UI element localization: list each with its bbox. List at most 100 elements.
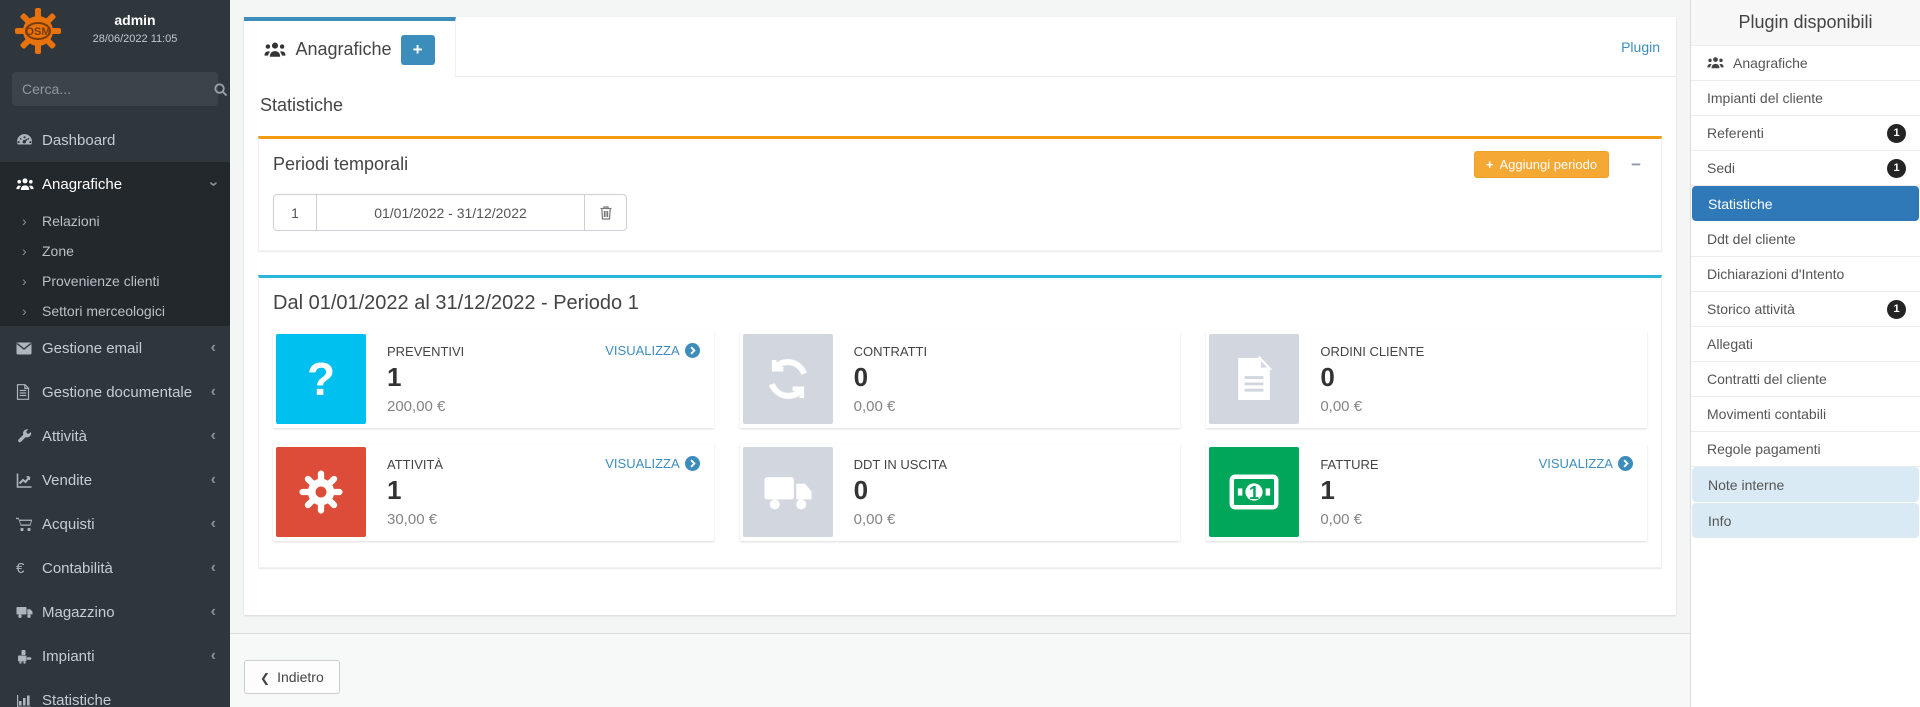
sidebar-subitem-provenienze-clienti[interactable]: Provenienze clienti xyxy=(0,266,230,296)
tab-bar: Anagrafiche + Plugin xyxy=(244,17,1676,77)
sidebar-item-dashboard[interactable]: Dashboard xyxy=(0,118,230,162)
add-record-button[interactable]: + xyxy=(401,35,435,65)
plugin-item-statistiche[interactable]: Statistiche xyxy=(1692,186,1919,221)
period-range-input[interactable] xyxy=(317,194,585,231)
collapse-panel-button[interactable]: − xyxy=(1631,155,1641,175)
plugin-item-label: Referenti xyxy=(1707,125,1878,141)
arrow-circle-right-icon xyxy=(1618,456,1633,471)
svg-text:OSM: OSM xyxy=(25,26,50,38)
svg-text:1: 1 xyxy=(1249,483,1259,503)
plugin-item-info[interactable]: Info xyxy=(1692,503,1919,538)
visualizza-link[interactable]: VISUALIZZA xyxy=(605,456,699,471)
plugins-sidebar: Plugin disponibili Anagrafiche Impianti … xyxy=(1690,0,1920,707)
user-name: admin xyxy=(40,12,230,28)
stat-amount: 0,00 € xyxy=(854,398,927,415)
stat-amount: 30,00 € xyxy=(387,511,443,528)
sidebar-item-acquisti[interactable]: Acquisti xyxy=(0,502,230,546)
visualizza-label: VISUALIZZA xyxy=(605,343,679,358)
stat-card-attivita: ATTIVITÀ 1 30,00 € VISUALIZZA xyxy=(273,444,714,541)
stat-value: 1 xyxy=(1320,475,1378,506)
plugin-item-anagrafiche[interactable]: Anagrafiche xyxy=(1691,46,1920,81)
sidebar-item-label: Gestione email xyxy=(42,340,211,357)
chart-line-icon xyxy=(16,473,42,488)
trash-icon[interactable] xyxy=(585,194,627,231)
chevron-left-icon xyxy=(211,428,216,444)
visualizza-link[interactable]: VISUALIZZA xyxy=(605,343,699,358)
chevron-left-icon xyxy=(211,384,216,400)
stat-card-contratti: CONTRATTI 0 0,00 € xyxy=(740,331,1181,428)
plugin-item-note-interne[interactable]: Note interne xyxy=(1692,467,1919,502)
plugin-item-label: Info xyxy=(1708,513,1905,529)
question-icon: ? xyxy=(276,334,366,424)
sidebar-item-contabilita[interactable]: € Contabilità xyxy=(0,546,230,590)
stat-value: 0 xyxy=(854,475,947,506)
plugin-item-label: Storico attività xyxy=(1707,301,1878,317)
sidebar-menu: Dashboard Anagrafiche Relazioni Zone Pro… xyxy=(0,118,230,707)
plugin-item-dichiarazioni-d-intento[interactable]: Dichiarazioni d'Intento xyxy=(1691,257,1920,292)
stat-amount: 0,00 € xyxy=(854,511,947,528)
sidebar-subitem-settori-merceologici[interactable]: Settori merceologici xyxy=(0,296,230,326)
content-card: Anagrafiche + Plugin Statistiche Periodi… xyxy=(244,17,1676,615)
stat-amount: 0,00 € xyxy=(1320,511,1378,528)
subitem-label: Relazioni xyxy=(42,213,100,229)
tab-label: Anagrafiche xyxy=(295,39,391,60)
envelope-icon xyxy=(16,342,42,355)
count-badge: 1 xyxy=(1887,159,1906,178)
sidebar-subitem-zone[interactable]: Zone xyxy=(0,236,230,266)
chevron-right-icon xyxy=(22,213,42,229)
chevron-left-icon xyxy=(211,472,216,488)
plugin-item-referenti[interactable]: Referenti1 xyxy=(1691,116,1920,151)
sidebar-item-label: Acquisti xyxy=(42,516,211,533)
sidebar-item-label: Impianti xyxy=(42,648,211,665)
sync-icon xyxy=(743,334,833,424)
back-label: Indietro xyxy=(277,669,324,685)
add-period-button[interactable]: Aggiungi periodo xyxy=(1474,151,1609,178)
period-row: 1 xyxy=(259,188,1661,250)
sidebar-item-impianti[interactable]: Impianti xyxy=(0,634,230,678)
document-icon xyxy=(16,384,42,400)
page-title: Statistiche xyxy=(260,95,1662,116)
plugin-item-impianti-del-cliente[interactable]: Impianti del cliente xyxy=(1691,81,1920,116)
plugin-item-label: Dichiarazioni d'Intento xyxy=(1707,266,1906,282)
stat-amount: 0,00 € xyxy=(1320,398,1424,415)
plugin-link[interactable]: Plugin xyxy=(1621,39,1660,55)
back-button[interactable]: Indietro xyxy=(244,660,340,694)
tab-anagrafiche[interactable]: Anagrafiche + xyxy=(244,17,456,78)
sidebar-item-anagrafiche[interactable]: Anagrafiche xyxy=(0,162,230,206)
sidebar-item-gestione-email[interactable]: Gestione email xyxy=(0,326,230,370)
plugin-item-regole-pagamenti[interactable]: Regole pagamenti xyxy=(1691,432,1920,467)
plugin-item-label: Ddt del cliente xyxy=(1707,231,1906,247)
sidebar-item-gestione-documentale[interactable]: Gestione documentale xyxy=(0,370,230,414)
plugin-item-label: Anagrafiche xyxy=(1733,55,1906,71)
left-sidebar: OSM admin 28/06/2022 11:05 Dashboard xyxy=(0,0,230,707)
plugin-item-movimenti-contabili[interactable]: Movimenti contabili xyxy=(1691,397,1920,432)
plugin-item-storico-attivita[interactable]: Storico attività1 xyxy=(1691,292,1920,327)
sidebar-item-vendite[interactable]: Vendite xyxy=(0,458,230,502)
sidebar-item-label: Vendite xyxy=(42,472,211,489)
plugin-list: Anagrafiche Impianti del cliente Referen… xyxy=(1691,46,1920,538)
main-footer: Indietro xyxy=(230,633,1690,707)
plugin-item-label: Sedi xyxy=(1707,160,1878,176)
gear-icon xyxy=(276,447,366,537)
visualizza-link[interactable]: VISUALIZZA xyxy=(1539,456,1633,471)
users-icon xyxy=(264,41,286,59)
sidebar-item-magazzino[interactable]: Magazzino xyxy=(0,590,230,634)
stats-panel: Dal 01/01/2022 al 31/12/2022 - Periodo 1… xyxy=(258,275,1662,568)
stat-label: CONTRATTI xyxy=(854,344,927,359)
search-icon[interactable] xyxy=(213,72,228,106)
sidebar-item-label: Anagrafiche xyxy=(42,176,211,193)
plugin-item-ddt-del-cliente[interactable]: Ddt del cliente xyxy=(1691,222,1920,257)
sidebar-subitem-relazioni[interactable]: Relazioni xyxy=(0,206,230,236)
sidebar-item-attivita[interactable]: Attività xyxy=(0,414,230,458)
plugin-item-contratti-del-cliente[interactable]: Contratti del cliente xyxy=(1691,362,1920,397)
period-index: 1 xyxy=(273,194,317,231)
card-body: Statistiche Periodi temporali Aggiungi p… xyxy=(244,77,1676,568)
sidebar-item-statistiche[interactable]: Statistiche xyxy=(0,678,230,707)
sidebar-item-label: Gestione documentale xyxy=(42,384,211,401)
sidebar-group-anagrafiche: Anagrafiche Relazioni Zone Provenienze c… xyxy=(0,162,230,326)
euro-icon: € xyxy=(16,560,42,577)
plugin-item-allegati[interactable]: Allegati xyxy=(1691,327,1920,362)
plugin-item-sedi[interactable]: Sedi 1 xyxy=(1691,151,1920,186)
stats-cards-grid: ? PREVENTIVI 1 200,00 € VISUALIZZA xyxy=(273,331,1647,541)
search-input[interactable] xyxy=(12,81,213,97)
